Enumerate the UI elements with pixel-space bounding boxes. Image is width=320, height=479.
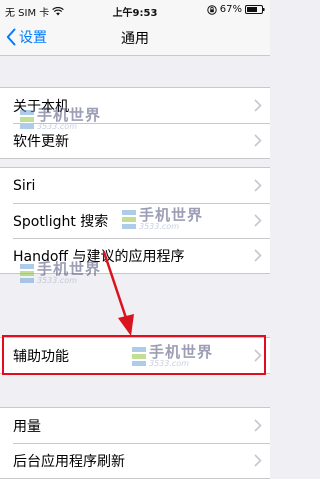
chevron-right-icon bbox=[254, 454, 262, 467]
list-item-usage[interactable]: 用量 bbox=[0, 408, 270, 443]
navigation-bar: 设置 通用 bbox=[0, 20, 270, 56]
list-item-about[interactable]: 关于本机 bbox=[0, 88, 270, 123]
chevron-right-icon bbox=[254, 249, 262, 262]
list-item-background-refresh[interactable]: 后台应用程序刷新 bbox=[0, 443, 270, 478]
orientation-lock-icon bbox=[207, 4, 217, 15]
list-item-spotlight[interactable]: Spotlight 搜索 bbox=[0, 203, 270, 238]
chevron-right-icon bbox=[254, 214, 262, 227]
status-right: 67% bbox=[207, 4, 265, 15]
chevron-right-icon bbox=[254, 99, 262, 112]
list-item-software-update[interactable]: 软件更新 bbox=[0, 123, 270, 158]
list-item-siri[interactable]: Siri bbox=[0, 168, 270, 203]
list-item-label: 软件更新 bbox=[13, 133, 69, 150]
settings-group-about: 关于本机 软件更新 bbox=[0, 87, 270, 159]
list-item-label: Spotlight 搜索 bbox=[13, 213, 109, 230]
battery-percent: 67% bbox=[219, 4, 242, 15]
status-bar: 无 SIM 卡 上午9:53 67% bbox=[0, 0, 270, 20]
chevron-right-icon bbox=[254, 419, 262, 432]
arrow-annotation-icon bbox=[102, 250, 134, 336]
settings-group-usage: 用量 后台应用程序刷新 bbox=[0, 407, 270, 479]
battery-icon bbox=[245, 5, 265, 14]
chevron-right-icon bbox=[254, 179, 262, 192]
list-item-label: 关于本机 bbox=[13, 98, 69, 115]
highlight-box bbox=[2, 335, 266, 375]
chevron-right-icon bbox=[254, 134, 262, 147]
list-item-label: Handoff 与建议的应用程序 bbox=[13, 248, 185, 265]
page-title: 通用 bbox=[121, 31, 149, 47]
list-item-label: 后台应用程序刷新 bbox=[13, 453, 125, 470]
list-item-label: 用量 bbox=[13, 418, 41, 435]
list-item-label: Siri bbox=[13, 177, 36, 194]
